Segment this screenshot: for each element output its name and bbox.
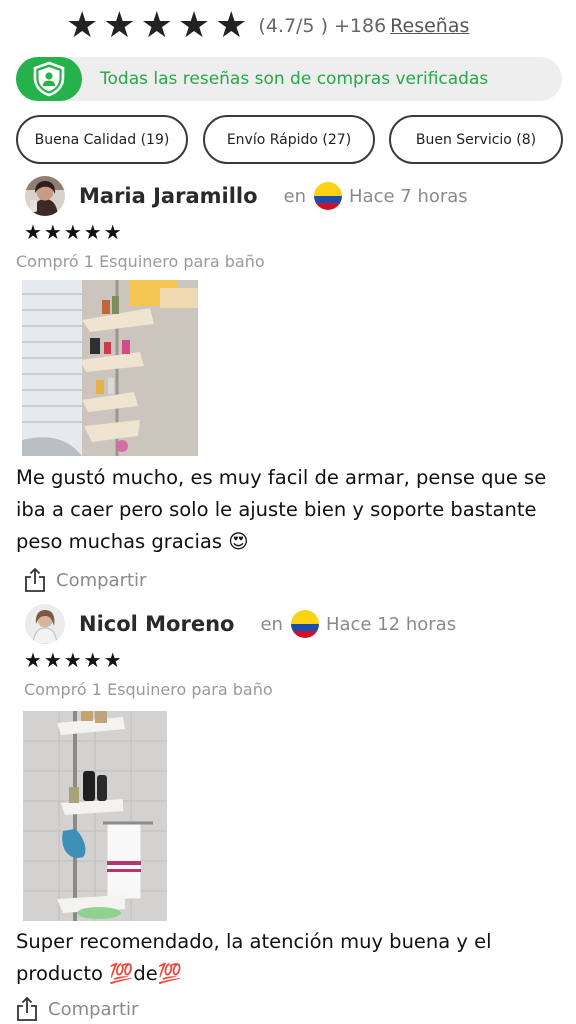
rating-score: (4.7/5 ) — [258, 15, 328, 37]
reviewer-name[interactable]: Nicol Moreno — [79, 612, 234, 636]
review-count: +186 — [333, 15, 387, 37]
review-text: Super recomendado, la atención muy buena… — [16, 930, 492, 985]
country-prefix: en — [283, 185, 307, 207]
share-label: Compartir — [48, 998, 139, 1020]
review-time: Hace 12 horas — [325, 613, 457, 635]
review-tags: Buena Calidad (19) Envío Rápido (27) Bue… — [16, 115, 563, 164]
review-card: Nicol Moreno en Hace 12 horas ★★★★★ Comp… — [0, 604, 576, 1024]
share-button[interactable]: Compartir — [16, 996, 138, 1022]
reviewer-name[interactable]: Maria Jaramillo — [79, 184, 258, 208]
review-photo[interactable] — [23, 711, 167, 921]
avatar — [25, 176, 65, 216]
country-prefix: en — [260, 613, 283, 635]
rating-summary: ★ ★ ★ ★ ★ (4.7/5 ) +186 Reseñas — [66, 6, 469, 46]
review-text: Me gustó mucho, es muy facil de armar, p… — [16, 466, 547, 553]
shield-user-icon — [16, 57, 82, 101]
review-time: Hace 7 horas — [349, 185, 468, 207]
star-icon: ★ — [103, 5, 136, 46]
review-photo[interactable] — [22, 280, 198, 456]
tag-buena-calidad[interactable]: Buena Calidad (19) — [16, 115, 188, 164]
share-button[interactable]: Compartir — [24, 567, 146, 593]
review-stars: ★★★★★ — [24, 648, 124, 672]
verified-text: Todas las reseñas son de compras verific… — [100, 69, 489, 89]
review-header: Maria Jaramillo en Hace 7 horas — [25, 176, 468, 216]
avatar — [25, 604, 65, 644]
review-stars: ★★★★★ — [24, 220, 124, 244]
star-icon: ★ — [66, 5, 99, 46]
purchase-info: Compró 1 Esquinero para baño — [24, 680, 273, 699]
colombia-flag-icon — [314, 182, 343, 210]
share-label: Compartir — [56, 569, 147, 591]
tag-envio-rapido[interactable]: Envío Rápido (27) — [203, 115, 375, 164]
reviews-link[interactable]: Reseñas — [390, 15, 469, 37]
star-icon: ★ — [177, 5, 211, 46]
share-icon — [17, 996, 37, 1021]
verified-purchases-banner: Todas las reseñas son de compras verific… — [16, 57, 562, 101]
review-header: Nicol Moreno en Hace 12 horas — [25, 604, 456, 644]
share-icon — [25, 567, 45, 592]
rating-stars: ★ ★ ★ ★ ★ — [66, 8, 252, 44]
review-card: Maria Jaramillo en Hace 7 horas ★★★★★ Co… — [0, 176, 576, 600]
star-icon: ★ — [140, 5, 173, 46]
colombia-flag-icon — [290, 610, 319, 638]
purchase-info: Compró 1 Esquinero para baño — [16, 252, 265, 271]
star-icon: ★ — [215, 5, 248, 46]
tag-buen-servicio[interactable]: Buen Servicio (8) — [389, 115, 563, 164]
